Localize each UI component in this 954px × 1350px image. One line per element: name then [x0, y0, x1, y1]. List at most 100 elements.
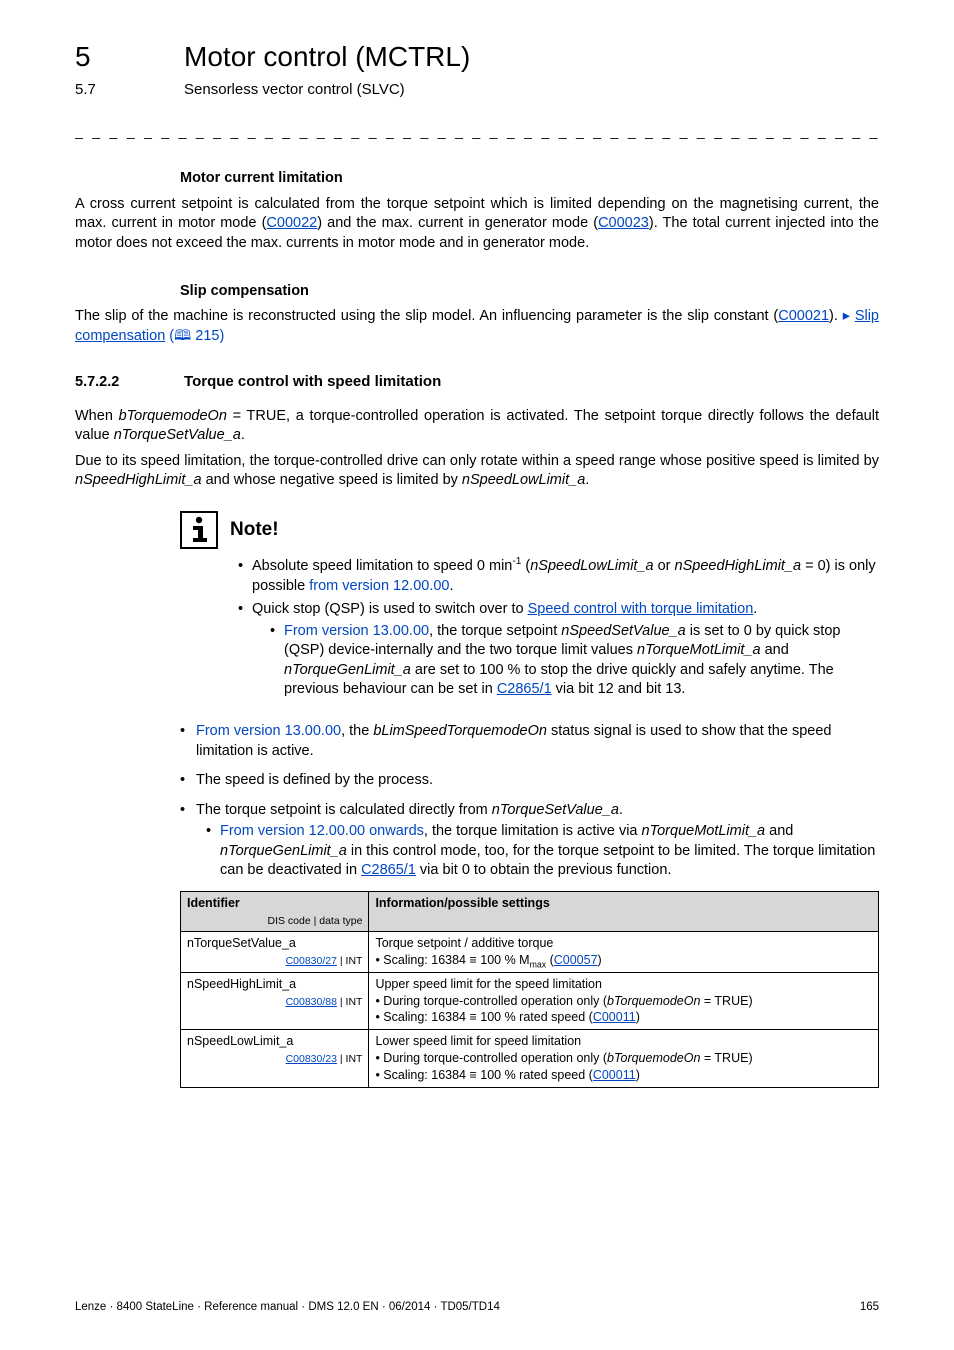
section-title: Sensorless vector control (SLVC) [184, 81, 405, 98]
link-c00021[interactable]: C00021 [778, 308, 829, 324]
code-id: nSpeedHighLimit_a [675, 558, 802, 574]
link-c00011[interactable]: C00011 [593, 1010, 636, 1024]
list-item: The torque setpoint is calculated direct… [180, 801, 879, 881]
text: Due to its speed limitation, the torque-… [75, 453, 879, 469]
table-row: nSpeedHighLimit_a C00830/88 | INT Upper … [181, 972, 879, 1030]
text: • During torque-controlled operation onl… [375, 1051, 607, 1065]
divider: _ _ _ _ _ _ _ _ _ _ _ _ _ _ _ _ _ _ _ _ … [75, 122, 879, 141]
text: ). [829, 308, 843, 324]
text: . [585, 472, 589, 488]
text: via bit 12 and bit 13. [552, 681, 686, 697]
info-icon [180, 511, 218, 549]
text: • During torque-controlled operation onl… [375, 994, 607, 1008]
th-sublabel: DIS code | data type [187, 914, 362, 928]
paragraph: A cross current setpoint is calculated f… [75, 195, 879, 254]
text: ( [521, 558, 530, 574]
heading-mcl: Motor current limitation [180, 169, 879, 189]
code-id: bTorquemodeOn [607, 994, 700, 1008]
link-c00022[interactable]: C00022 [266, 215, 317, 231]
text: , the torque limitation is active via [424, 823, 642, 839]
text: • Scaling: 16384 ≡ 100 % M [375, 953, 529, 967]
text: When [75, 408, 119, 424]
text: . [619, 802, 623, 818]
code-id: bTorquemodeOn [607, 1051, 700, 1065]
version-note: from version 12.00.00 [309, 578, 449, 594]
code-id: nSpeedLowLimit_a [462, 472, 585, 488]
identifier-name: nSpeedLowLimit_a [187, 1034, 293, 1048]
text: ) [636, 1010, 640, 1024]
text: . [449, 578, 453, 594]
footer-left: Lenze · 8400 StateLine · Reference manua… [75, 1300, 500, 1316]
subsection-title: Torque control with speed limitation [184, 373, 441, 390]
link-code[interactable]: C00830/23 [286, 1053, 337, 1065]
text: and [761, 642, 789, 658]
link-c00057[interactable]: C00057 [554, 953, 598, 967]
code-id: nTorqueMotLimit_a [642, 823, 766, 839]
text: ) [636, 1068, 640, 1082]
version-note: From version 12.00.00 onwards [220, 823, 424, 839]
page-ref: (🕮 215) [165, 328, 224, 344]
link-c00023[interactable]: C00023 [598, 215, 649, 231]
code-id: nTorqueGenLimit_a [284, 662, 411, 678]
link-c2865-1[interactable]: C2865/1 [361, 862, 416, 878]
code-id: bTorquemodeOn [119, 408, 227, 424]
table-row: nSpeedLowLimit_a C00830/23 | INT Lower s… [181, 1030, 879, 1088]
text: | INT [337, 955, 362, 967]
chapter-number: 5 [75, 38, 180, 76]
link-speed-control[interactable]: Speed control with torque limitation [528, 601, 754, 617]
subsection-number: 5.7.2.2 [75, 373, 180, 393]
text: and whose negative speed is limited by [202, 472, 462, 488]
text: Torque setpoint / additive torque [375, 935, 872, 952]
note-label: Note! [230, 517, 279, 543]
version-note: From version 13.00.00 [196, 723, 341, 739]
table-header: Information/possible settings [369, 891, 879, 931]
text: Absolute speed limitation to speed 0 min [252, 558, 512, 574]
code-id: nTorqueGenLimit_a [220, 843, 347, 859]
text: , the torque setpoint [429, 623, 561, 639]
code-id: nTorqueSetValue_a [492, 802, 619, 818]
text: • Scaling: 16384 ≡ 100 % rated speed ( [375, 1068, 592, 1082]
text: . [241, 427, 245, 443]
table-row: nTorqueSetValue_a C00830/27 | INT Torque… [181, 931, 879, 972]
version-note: From version 13.00.00 [284, 623, 429, 639]
text: = TRUE) [700, 1051, 752, 1065]
paragraph: Due to its speed limitation, the torque-… [75, 452, 879, 491]
list-item: Absolute speed limitation to speed 0 min… [238, 557, 879, 596]
text: ) [598, 953, 602, 967]
chapter-title: Motor control (MCTRL) [184, 38, 470, 76]
text: • Scaling: 16384 ≡ 100 % rated speed ( [375, 1010, 592, 1024]
text: ( [546, 953, 554, 967]
link-c00011[interactable]: C00011 [593, 1068, 636, 1082]
text: or [654, 558, 675, 574]
list-item: From version 13.00.00, the torque setpoi… [270, 622, 879, 700]
text: Lower speed limit for speed limitation [375, 1033, 872, 1050]
code-id: nTorqueSetValue_a [114, 427, 241, 443]
table-header: Identifier DIS code | data type [181, 891, 369, 931]
text: ) and the max. current in generator mode… [317, 215, 598, 231]
text: , the [341, 723, 373, 739]
arrow-icon: ▸ [843, 308, 850, 324]
link-code[interactable]: C00830/27 [286, 955, 337, 967]
identifier-name: nSpeedHighLimit_a [187, 977, 296, 991]
text: The slip of the machine is reconstructed… [75, 308, 778, 324]
text: The speed is defined by the process. [196, 772, 433, 788]
text: and [765, 823, 793, 839]
heading-slip: Slip compensation [180, 282, 879, 302]
code-id: nSpeedSetValue_a [561, 623, 685, 639]
text: Quick stop (QSP) is used to switch over … [252, 601, 528, 617]
page-number: 165 [860, 1300, 879, 1316]
paragraph: When bTorquemodeOn = TRUE, a torque-cont… [75, 407, 879, 446]
list-item: From version 12.00.00 onwards, the torqu… [206, 822, 879, 881]
text: The torque setpoint is calculated direct… [196, 802, 492, 818]
section-number: 5.7 [75, 80, 180, 100]
code-id: nTorqueMotLimit_a [637, 642, 761, 658]
text: | INT [337, 996, 362, 1008]
paragraph: The slip of the machine is reconstructed… [75, 307, 879, 346]
list-item: Quick stop (QSP) is used to switch over … [238, 600, 879, 700]
link-code[interactable]: C00830/88 [286, 996, 337, 1008]
text: via bit 0 to obtain the previous functio… [416, 862, 672, 878]
list-item: From version 13.00.00, the bLimSpeedTorq… [180, 722, 879, 761]
code-id: nSpeedHighLimit_a [75, 472, 202, 488]
link-c2865-1[interactable]: C2865/1 [497, 681, 552, 697]
th-label: Identifier [187, 896, 240, 910]
